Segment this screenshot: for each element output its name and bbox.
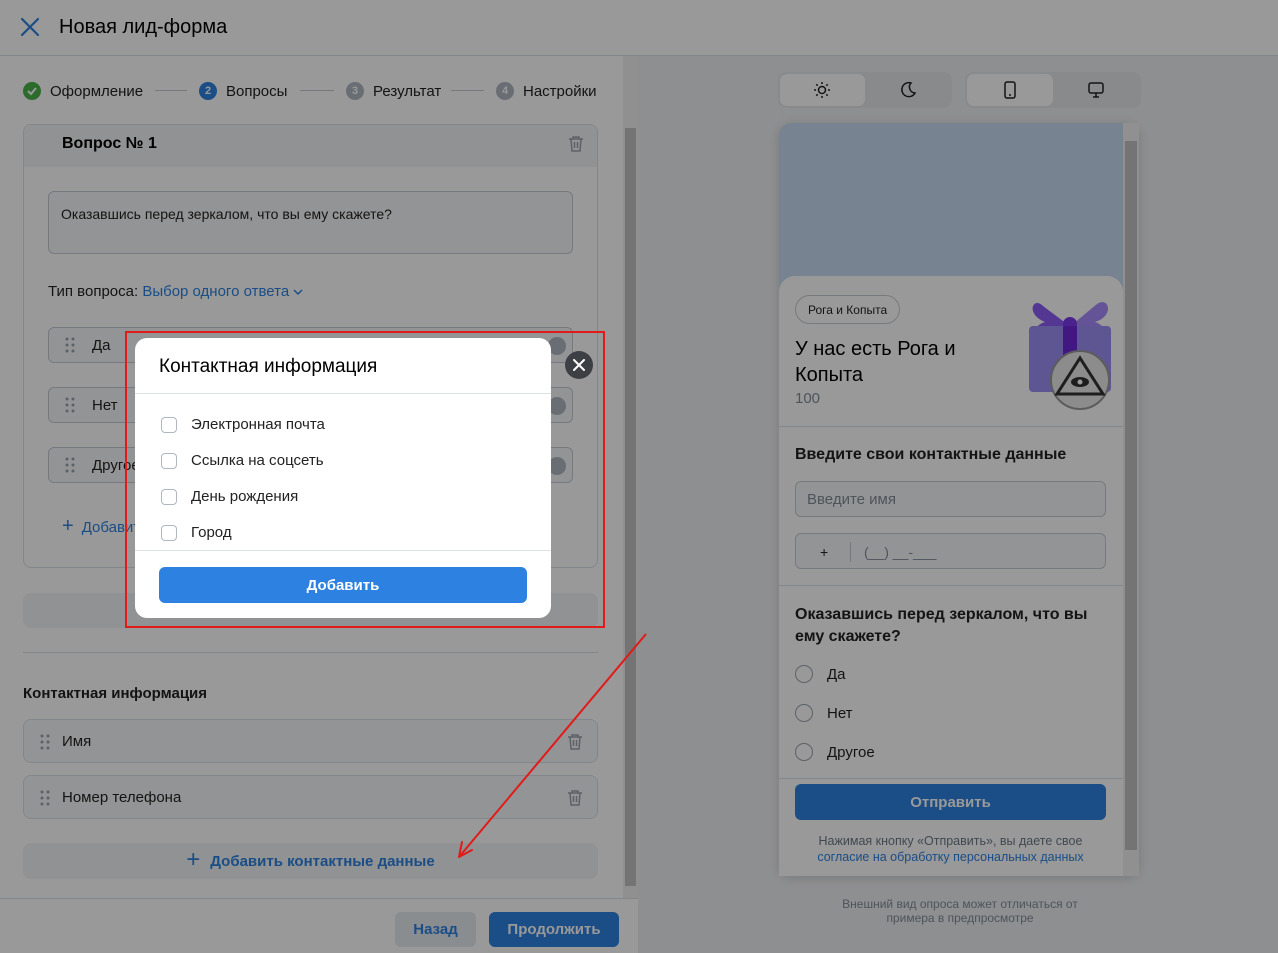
annotation-highlight-box — [125, 331, 605, 628]
